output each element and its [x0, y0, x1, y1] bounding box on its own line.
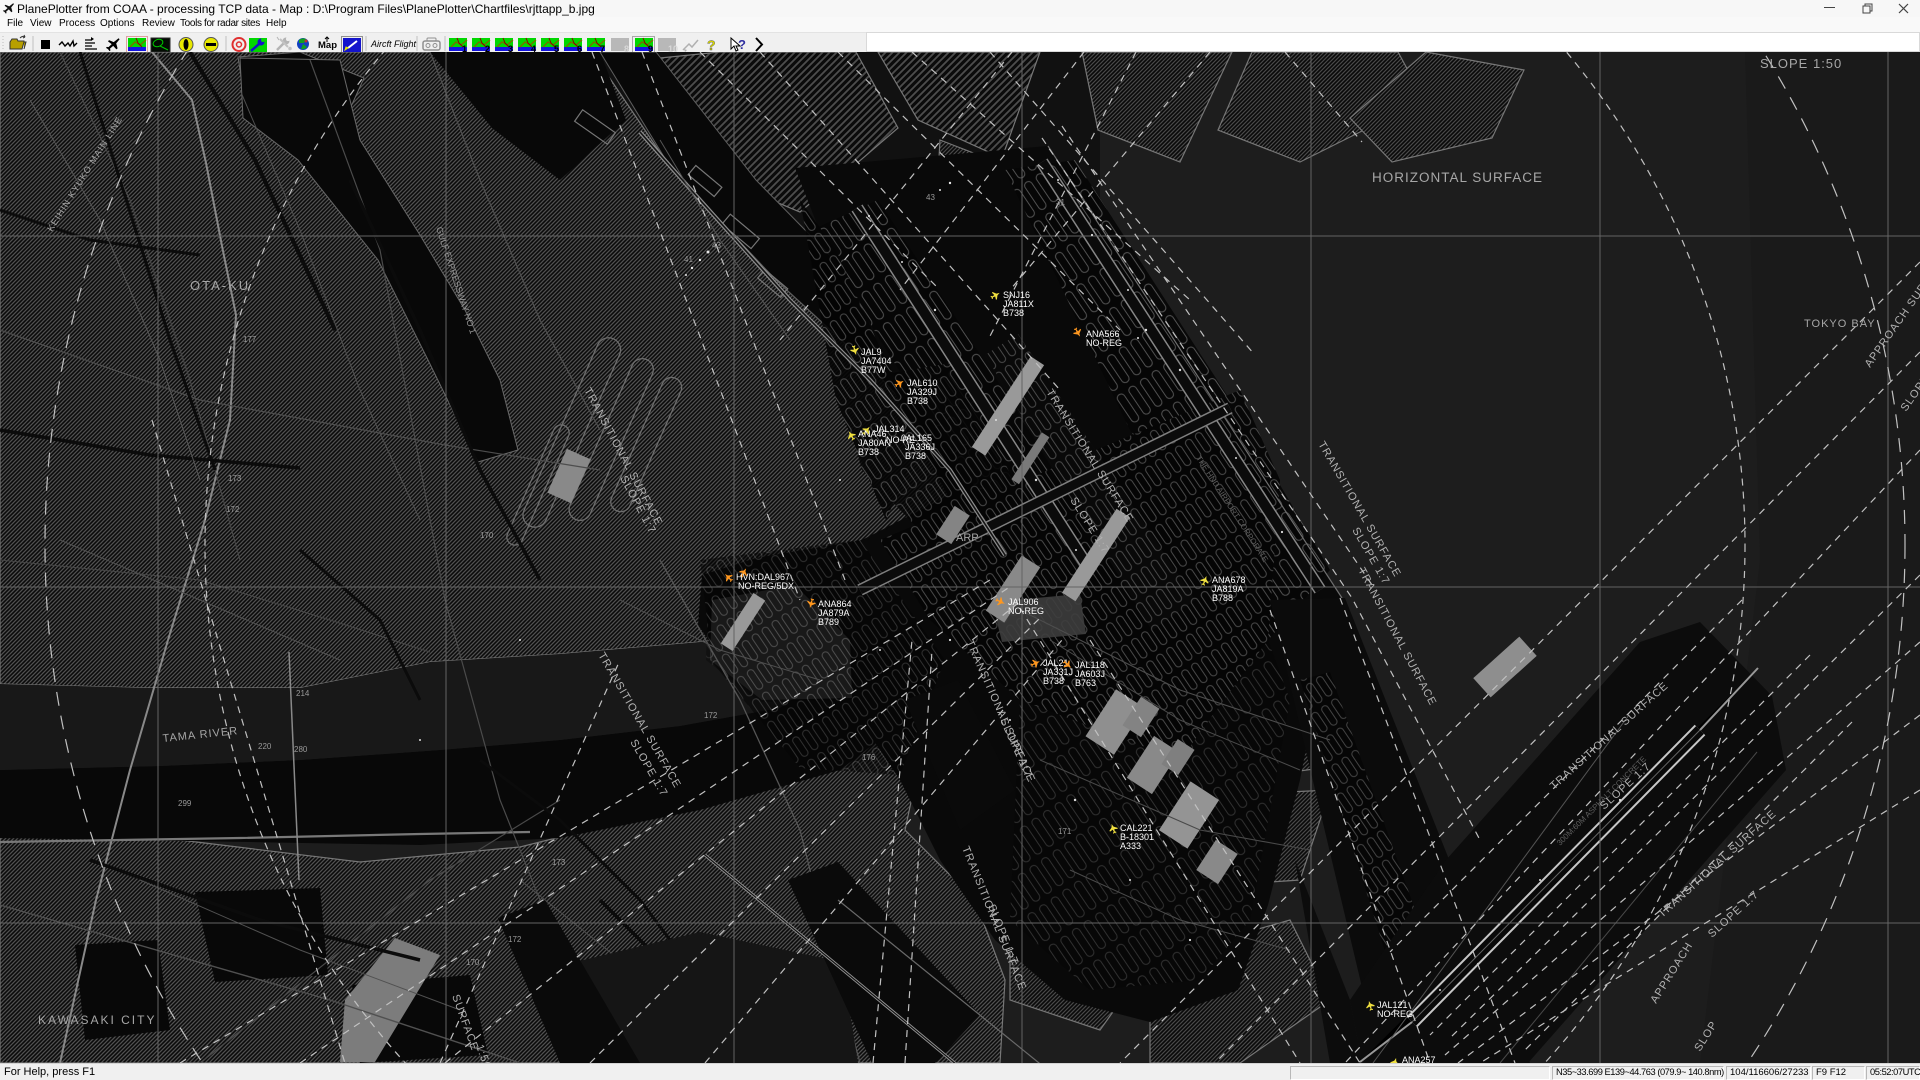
svg-text:B738: B738 — [905, 451, 926, 461]
svg-text:KAWASAKI CITY: KAWASAKI CITY — [38, 1013, 156, 1027]
svg-text:OTA-KU: OTA-KU — [190, 278, 250, 293]
svg-text:B788: B788 — [1212, 593, 1233, 603]
svg-text:176: 176 — [862, 753, 876, 762]
svg-text:220: 220 — [258, 742, 272, 751]
svg-text:NO-REG: NO-REG — [1008, 606, 1044, 616]
svg-text:B77W: B77W — [861, 365, 886, 375]
svg-text:ARP: ARP — [956, 532, 979, 544]
svg-text:41: 41 — [684, 255, 693, 264]
svg-text:172: 172 — [508, 935, 522, 944]
svg-text:214: 214 — [296, 689, 310, 698]
svg-text:?: ? — [707, 37, 716, 53]
svg-text:173: 173 — [228, 474, 242, 483]
svg-text:280: 280 — [294, 745, 308, 754]
svg-text:172: 172 — [704, 711, 718, 720]
svg-text:JAL314: JAL314 — [874, 424, 905, 434]
svg-text:B789: B789 — [818, 617, 839, 627]
svg-text:173: 173 — [552, 858, 566, 867]
svg-text:B738: B738 — [907, 396, 928, 406]
svg-text:NO-REG/5DX: NO-REG/5DX — [738, 581, 794, 591]
svg-text:TOKYO BAY: TOKYO BAY — [1804, 318, 1876, 330]
svg-text:B738: B738 — [1043, 676, 1064, 686]
svg-text:Aircft: Aircft — [370, 39, 392, 49]
svg-text:172: 172 — [226, 505, 240, 514]
svg-text:SLOPE 1:50: SLOPE 1:50 — [1760, 56, 1842, 71]
svg-text:170: 170 — [466, 958, 480, 967]
svg-text:43: 43 — [926, 193, 935, 202]
svg-text:?: ? — [738, 37, 746, 52]
svg-text:170: 170 — [480, 531, 494, 540]
svg-text:171: 171 — [1058, 827, 1072, 836]
svg-text:Flight: Flight — [394, 39, 417, 49]
svg-text:A333: A333 — [1120, 841, 1141, 851]
svg-text:43: 43 — [712, 241, 721, 250]
svg-text:31: 31 — [1056, 198, 1065, 207]
svg-text:ANA257: ANA257 — [1402, 1055, 1436, 1063]
svg-text:Map: Map — [318, 40, 337, 51]
svg-text:177: 177 — [243, 335, 257, 344]
svg-text:HORIZONTAL SURFACE: HORIZONTAL SURFACE — [1372, 170, 1543, 185]
svg-text:NO-REG: NO-REG — [1377, 1009, 1413, 1019]
svg-text:NO-REG: NO-REG — [1086, 338, 1122, 348]
svg-text:B738: B738 — [1003, 308, 1024, 318]
svg-text:299: 299 — [178, 799, 192, 808]
svg-text:B763: B763 — [1075, 678, 1096, 688]
svg-text:B738: B738 — [858, 447, 879, 457]
